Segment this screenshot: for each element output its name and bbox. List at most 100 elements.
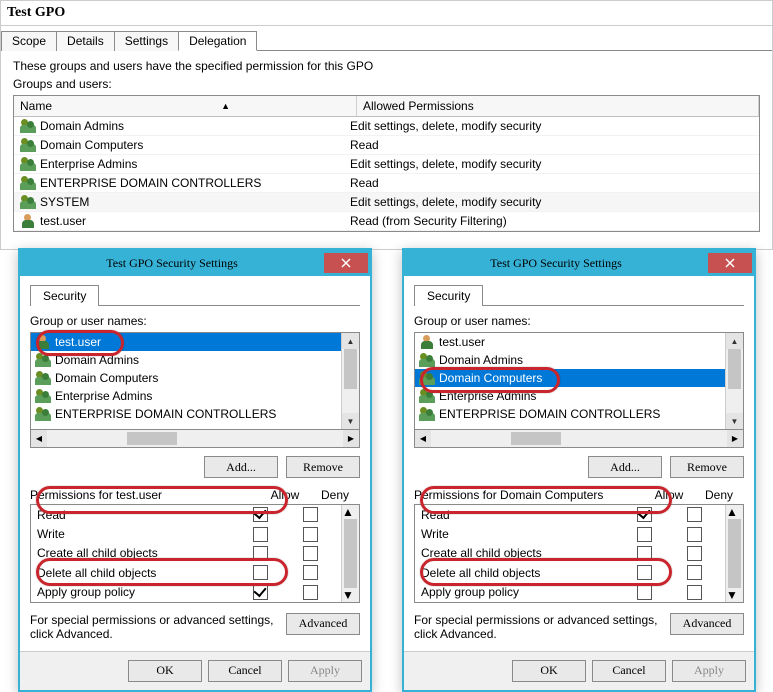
cancel-button[interactable]: Cancel <box>592 660 666 682</box>
tab-settings[interactable]: Settings <box>114 31 179 51</box>
allow-checkbox[interactable] <box>637 507 652 522</box>
scroll-down-icon[interactable]: ▼ <box>342 588 359 602</box>
col-name-label: Name <box>20 99 52 113</box>
scroll-thumb[interactable] <box>344 519 357 588</box>
groups-users-label: Groups and users: <box>1 75 772 95</box>
scroll-up-icon[interactable]: ▲ <box>342 333 359 349</box>
list-item[interactable]: test.user <box>415 333 725 351</box>
col-allowed-permissions[interactable]: Allowed Permissions <box>357 96 759 116</box>
allow-checkbox[interactable] <box>253 507 268 522</box>
scroll-thumb[interactable] <box>344 349 357 389</box>
group-icon <box>20 194 36 210</box>
scroll-up-icon[interactable]: ▲ <box>726 505 743 519</box>
cancel-button[interactable]: Cancel <box>208 660 282 682</box>
vertical-scrollbar[interactable]: ▲ ▼ <box>725 333 743 429</box>
deny-checkbox[interactable] <box>687 507 702 522</box>
group-icon <box>35 352 51 368</box>
dialog-button-bar: OK Cancel Apply <box>404 651 754 690</box>
scroll-up-icon[interactable]: ▲ <box>726 333 743 349</box>
scroll-right-icon[interactable]: ▶ <box>343 430 359 447</box>
allow-checkbox[interactable] <box>637 527 652 542</box>
allow-checkbox[interactable] <box>253 527 268 542</box>
scroll-down-icon[interactable]: ▼ <box>726 588 743 602</box>
group-user-listbox[interactable]: test.user Domain Admins Domain ComputersEn… <box>414 332 744 430</box>
scroll-left-icon[interactable]: ◀ <box>415 430 431 447</box>
allow-checkbox[interactable] <box>253 585 268 600</box>
dialog-title-bar[interactable]: Test GPO Security Settings <box>20 250 370 276</box>
apply-button[interactable]: Apply <box>288 660 362 682</box>
table-row[interactable]: SYSTEMEdit settings, delete, modify secu… <box>14 193 759 212</box>
tab-security[interactable]: Security <box>414 285 483 306</box>
ok-button[interactable]: OK <box>128 660 202 682</box>
table-row[interactable]: Enterprise AdminsEdit settings, delete, … <box>14 155 759 174</box>
dialog-title-bar[interactable]: Test GPO Security Settings <box>404 250 754 276</box>
scroll-right-icon[interactable]: ▶ <box>727 430 743 447</box>
tab-details[interactable]: Details <box>56 31 115 51</box>
deny-checkbox[interactable] <box>687 585 702 600</box>
allow-checkbox[interactable] <box>253 546 268 561</box>
list-item-label: ENTERPRISE DOMAIN CONTROLLERS <box>55 407 276 421</box>
scroll-down-icon[interactable]: ▼ <box>342 413 359 429</box>
allow-column-header: Allow <box>644 488 694 502</box>
scroll-down-icon[interactable]: ▼ <box>726 413 743 429</box>
col-name[interactable]: Name ▲ <box>14 96 357 116</box>
deny-checkbox[interactable] <box>687 565 702 580</box>
close-button[interactable] <box>708 253 752 273</box>
table-row[interactable]: test.userRead (from Security Filtering) <box>14 212 759 231</box>
dialog-button-bar: OK Cancel Apply <box>20 651 370 690</box>
allowed-permissions: Read <box>350 176 753 190</box>
perm-scrollbar[interactable]: ▲ ▼ <box>725 505 743 602</box>
allow-checkbox[interactable] <box>637 585 652 600</box>
deny-checkbox[interactable] <box>687 546 702 561</box>
list-item[interactable]: Domain Computers <box>31 369 341 387</box>
permission-name: Delete all child objects <box>421 566 619 580</box>
add-button[interactable]: Add... <box>204 456 278 478</box>
tab-delegation[interactable]: Delegation <box>178 31 257 51</box>
list-item[interactable]: Enterprise Admins <box>31 387 341 405</box>
tab-scope[interactable]: Scope <box>1 31 57 51</box>
advanced-button[interactable]: Advanced <box>670 613 744 635</box>
deny-checkbox[interactable] <box>303 565 318 580</box>
allowed-permissions: Edit settings, delete, modify security <box>350 119 753 133</box>
allow-checkbox[interactable] <box>637 546 652 561</box>
group-user-listbox[interactable]: test.user Domain AdminsDomain ComputersEn… <box>30 332 360 430</box>
list-item[interactable]: ENTERPRISE DOMAIN CONTROLLERS <box>31 405 341 423</box>
advanced-button[interactable]: Advanced <box>286 613 360 635</box>
list-item[interactable]: Domain Admins <box>415 351 725 369</box>
horizontal-scrollbar[interactable]: ◀ ▶ <box>30 430 360 448</box>
apply-button[interactable]: Apply <box>672 660 746 682</box>
list-item-label: Domain Admins <box>439 353 523 367</box>
deny-checkbox[interactable] <box>303 585 318 600</box>
deny-checkbox[interactable] <box>687 527 702 542</box>
add-button[interactable]: Add... <box>588 456 662 478</box>
scroll-thumb[interactable] <box>728 349 741 389</box>
group-icon <box>419 352 435 368</box>
list-item[interactable]: Domain Admins <box>31 351 341 369</box>
list-item[interactable]: test.user <box>31 333 341 351</box>
hscroll-thumb[interactable] <box>511 432 561 445</box>
ok-button[interactable]: OK <box>512 660 586 682</box>
list-item[interactable]: Enterprise Admins <box>415 387 725 405</box>
hscroll-thumb[interactable] <box>127 432 177 445</box>
table-row[interactable]: Domain AdminsEdit settings, delete, modi… <box>14 117 759 136</box>
allow-checkbox[interactable] <box>637 565 652 580</box>
deny-checkbox[interactable] <box>303 527 318 542</box>
list-item-label: test.user <box>55 335 101 349</box>
table-row[interactable]: Domain ComputersRead <box>14 136 759 155</box>
horizontal-scrollbar[interactable]: ◀ ▶ <box>414 430 744 448</box>
allow-checkbox[interactable] <box>253 565 268 580</box>
remove-button[interactable]: Remove <box>670 456 744 478</box>
list-item[interactable]: Domain Computers <box>415 369 725 387</box>
scroll-up-icon[interactable]: ▲ <box>342 505 359 519</box>
tab-security[interactable]: Security <box>30 285 99 306</box>
perm-scrollbar[interactable]: ▲ ▼ <box>341 505 359 602</box>
deny-checkbox[interactable] <box>303 507 318 522</box>
remove-button[interactable]: Remove <box>286 456 360 478</box>
table-row[interactable]: ENTERPRISE DOMAIN CONTROLLERSRead <box>14 174 759 193</box>
scroll-thumb[interactable] <box>728 519 741 588</box>
close-button[interactable] <box>324 253 368 273</box>
scroll-left-icon[interactable]: ◀ <box>31 430 47 447</box>
deny-checkbox[interactable] <box>303 546 318 561</box>
vertical-scrollbar[interactable]: ▲ ▼ <box>341 333 359 429</box>
list-item[interactable]: ENTERPRISE DOMAIN CONTROLLERS <box>415 405 725 423</box>
